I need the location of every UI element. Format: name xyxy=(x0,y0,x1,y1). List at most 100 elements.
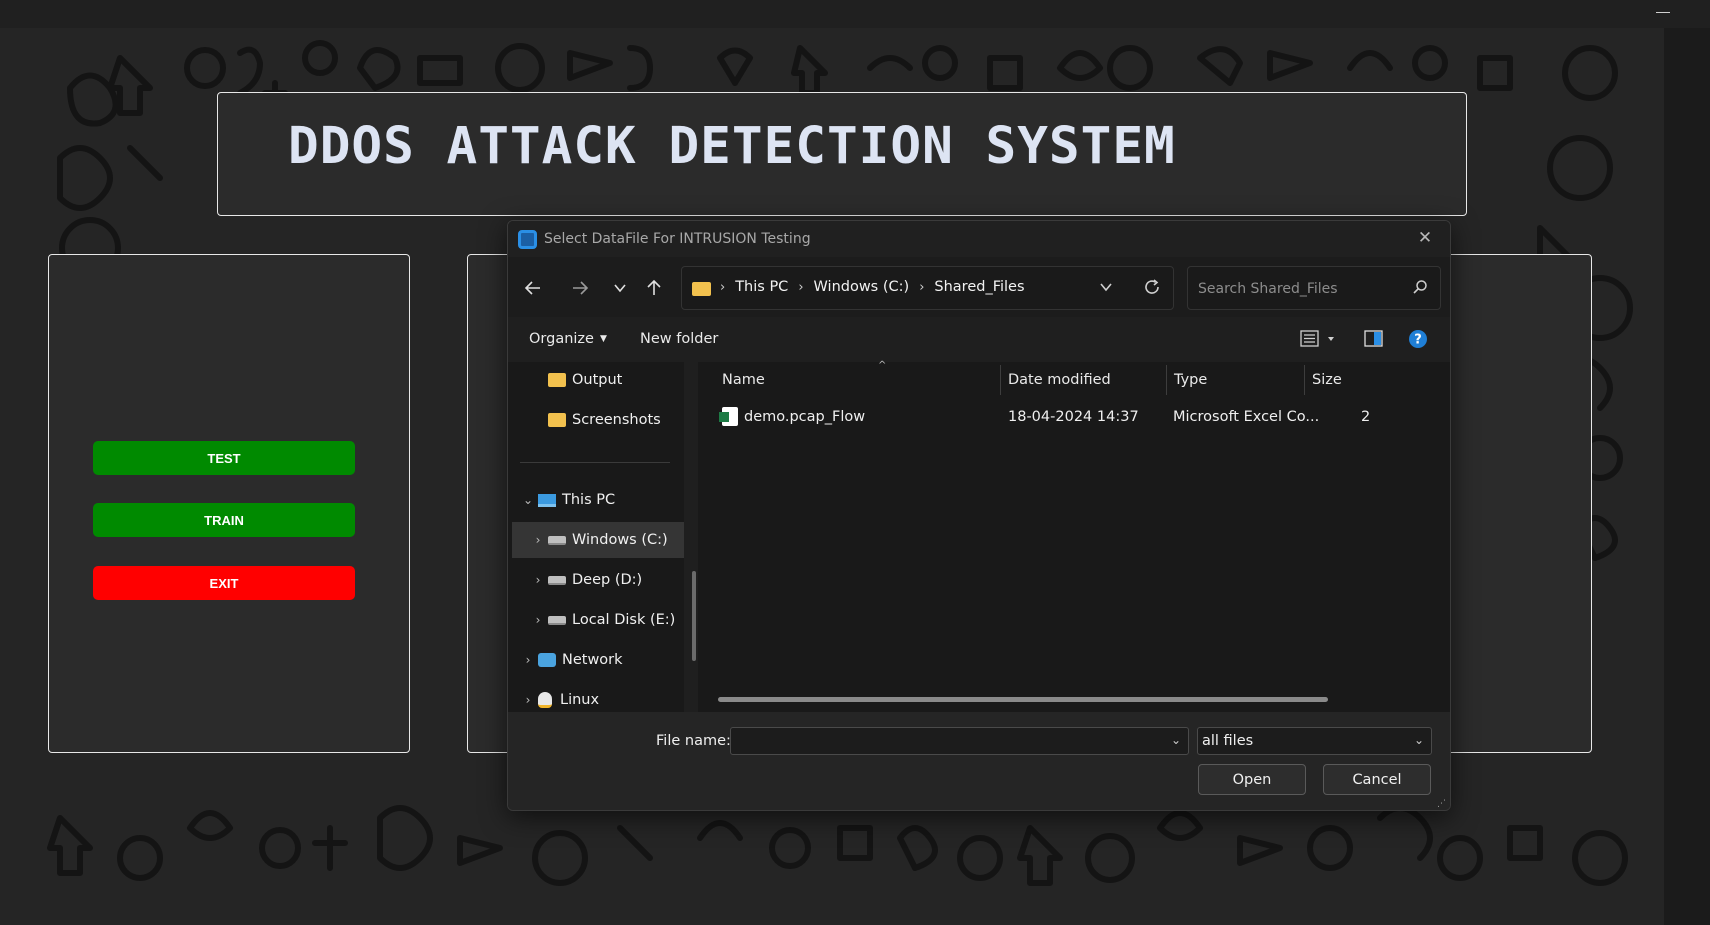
chevron-right-icon[interactable]: › xyxy=(518,653,538,667)
chevron-down-icon[interactable] xyxy=(1099,279,1113,298)
window-edge xyxy=(1664,28,1710,925)
column-label: Date modified xyxy=(1008,372,1111,388)
organize-button[interactable]: Organize ▼ xyxy=(529,331,607,347)
dialog-title: Select DataFile For INTRUSION Testing xyxy=(544,231,811,247)
chevron-right-icon: › xyxy=(798,279,804,295)
chevron-right-icon[interactable]: › xyxy=(528,533,548,547)
file-row[interactable]: demo.pcap_Flow 18-04-2024 14:37 Microsof… xyxy=(698,400,1450,436)
horizontal-scrollbar[interactable] xyxy=(718,697,1328,702)
folder-icon xyxy=(692,282,711,296)
column-header-size[interactable]: Size xyxy=(1304,362,1384,398)
network-icon xyxy=(538,653,556,667)
breadcrumb: › This PC › Windows (C:) › Shared_Files xyxy=(720,279,1025,295)
control-panel: TEST TRAIN EXIT xyxy=(48,254,410,753)
navpane-scrollbar[interactable] xyxy=(692,571,696,661)
linux-icon xyxy=(538,692,552,708)
file-date: 18-04-2024 14:37 xyxy=(1008,409,1139,425)
breadcrumb-this-pc[interactable]: This PC xyxy=(735,279,788,295)
dialog-footer: File name: ⌄ all files ⌄ Open Cancel ⋰ xyxy=(508,712,1450,810)
nav-item-deep-d[interactable]: › Deep (D:) xyxy=(528,562,643,598)
refresh-icon[interactable] xyxy=(1143,278,1161,300)
breadcrumb-windows-c[interactable]: Windows (C:) xyxy=(814,279,910,295)
file-open-dialog: Select DataFile For INTRUSION Testing ✕ … xyxy=(507,220,1451,811)
nav-item-windows-c[interactable]: › Windows (C:) xyxy=(512,522,684,558)
nav-item-label: Linux xyxy=(560,692,600,708)
nav-item-label: Deep (D:) xyxy=(572,572,643,588)
title-panel: DDOS ATTACK DETECTION SYSTEM xyxy=(217,92,1467,216)
nav-item-label: Network xyxy=(562,652,623,668)
divider xyxy=(520,462,670,463)
folder-icon xyxy=(548,373,566,387)
view-options-icon[interactable] xyxy=(1300,329,1340,353)
page-title: DDOS ATTACK DETECTION SYSTEM xyxy=(288,117,1176,176)
drive-icon xyxy=(548,535,566,545)
nav-item-label: Local Disk (E:) xyxy=(572,612,676,628)
organize-label: Organize xyxy=(529,331,594,347)
file-type-filter[interactable]: all files ⌄ xyxy=(1197,727,1432,755)
chevron-right-icon: › xyxy=(919,279,925,295)
drive-icon xyxy=(548,615,566,625)
recent-locations-icon[interactable] xyxy=(606,275,634,301)
back-icon[interactable] xyxy=(519,275,547,301)
folder-icon xyxy=(548,413,566,427)
svg-text:?: ? xyxy=(1414,333,1422,348)
navigation-pane: Output Screenshots ⌄ This PC › Windows (… xyxy=(508,362,684,712)
chevron-down-icon[interactable]: ⌄ xyxy=(1414,733,1424,747)
breadcrumb-shared-files[interactable]: Shared_Files xyxy=(934,279,1024,295)
caret-down-icon: ▼ xyxy=(599,334,607,344)
resize-grip-icon[interactable]: ⋰ xyxy=(1437,799,1447,809)
train-button[interactable]: TRAIN xyxy=(93,503,355,537)
excel-file-icon xyxy=(719,407,738,426)
open-button[interactable]: Open xyxy=(1198,764,1306,795)
address-bar[interactable]: › This PC › Windows (C:) › Shared_Files xyxy=(681,266,1174,310)
new-folder-label: New folder xyxy=(640,331,719,347)
exit-button[interactable]: EXIT xyxy=(93,566,355,600)
up-icon[interactable] xyxy=(640,275,668,301)
dialog-titlebar: Select DataFile For INTRUSION Testing ✕ xyxy=(508,221,1450,257)
nav-item-label: Windows (C:) xyxy=(572,532,668,548)
window-titlebar xyxy=(0,0,1710,28)
nav-item-local-disk-e[interactable]: › Local Disk (E:) xyxy=(528,602,676,638)
nav-item-linux[interactable]: › Linux xyxy=(518,682,599,712)
chevron-right-icon[interactable]: › xyxy=(528,573,548,587)
search-icon[interactable] xyxy=(1412,279,1428,299)
filter-value: all files xyxy=(1202,733,1254,749)
chevron-down-icon[interactable]: ⌄ xyxy=(518,493,538,507)
nav-item-this-pc[interactable]: ⌄ This PC xyxy=(518,482,615,518)
new-folder-button[interactable]: New folder xyxy=(640,331,718,347)
chevron-right-icon[interactable]: › xyxy=(518,693,538,707)
test-button[interactable]: TEST xyxy=(93,441,355,475)
nav-item-screenshots[interactable]: Screenshots xyxy=(548,402,661,438)
column-label: Size xyxy=(1312,372,1342,388)
preview-pane-icon[interactable] xyxy=(1364,329,1384,353)
computer-icon xyxy=(538,493,556,507)
nav-item-network[interactable]: › Network xyxy=(518,642,623,678)
help-icon[interactable]: ? xyxy=(1408,329,1428,353)
column-header-date[interactable]: Date modified xyxy=(1000,362,1166,398)
sort-ascending-icon: ^ xyxy=(878,360,887,371)
app-icon xyxy=(518,230,537,249)
drive-icon xyxy=(548,575,566,585)
nav-item-label: Screenshots xyxy=(572,412,661,428)
minimize-icon[interactable] xyxy=(1656,12,1670,13)
file-size: 2 xyxy=(1361,409,1371,425)
chevron-right-icon: › xyxy=(720,279,726,295)
nav-item-output[interactable]: Output xyxy=(548,362,622,398)
column-header-type[interactable]: Type xyxy=(1166,362,1304,398)
search-box[interactable]: Search Shared_Files xyxy=(1187,266,1441,310)
file-list: Name ^ Date modified Type Size demo.pcap… xyxy=(698,360,1450,712)
cancel-button[interactable]: Cancel xyxy=(1323,764,1431,795)
nav-item-label: This PC xyxy=(562,492,616,508)
forward-icon[interactable] xyxy=(566,275,594,301)
close-icon[interactable]: ✕ xyxy=(1414,227,1436,249)
chevron-down-icon[interactable]: ⌄ xyxy=(1171,733,1181,747)
nav-item-label: Output xyxy=(572,372,623,388)
command-bar: Organize ▼ New folder ? xyxy=(508,317,1450,362)
column-label: Type xyxy=(1174,372,1208,388)
chevron-right-icon[interactable]: › xyxy=(528,613,548,627)
search-placeholder: Search Shared_Files xyxy=(1198,281,1338,297)
column-header-name[interactable]: Name ^ xyxy=(698,360,1000,398)
file-name-input[interactable]: ⌄ xyxy=(730,727,1189,755)
file-name-label: File name: xyxy=(656,733,731,749)
file-name: demo.pcap_Flow xyxy=(744,409,866,425)
